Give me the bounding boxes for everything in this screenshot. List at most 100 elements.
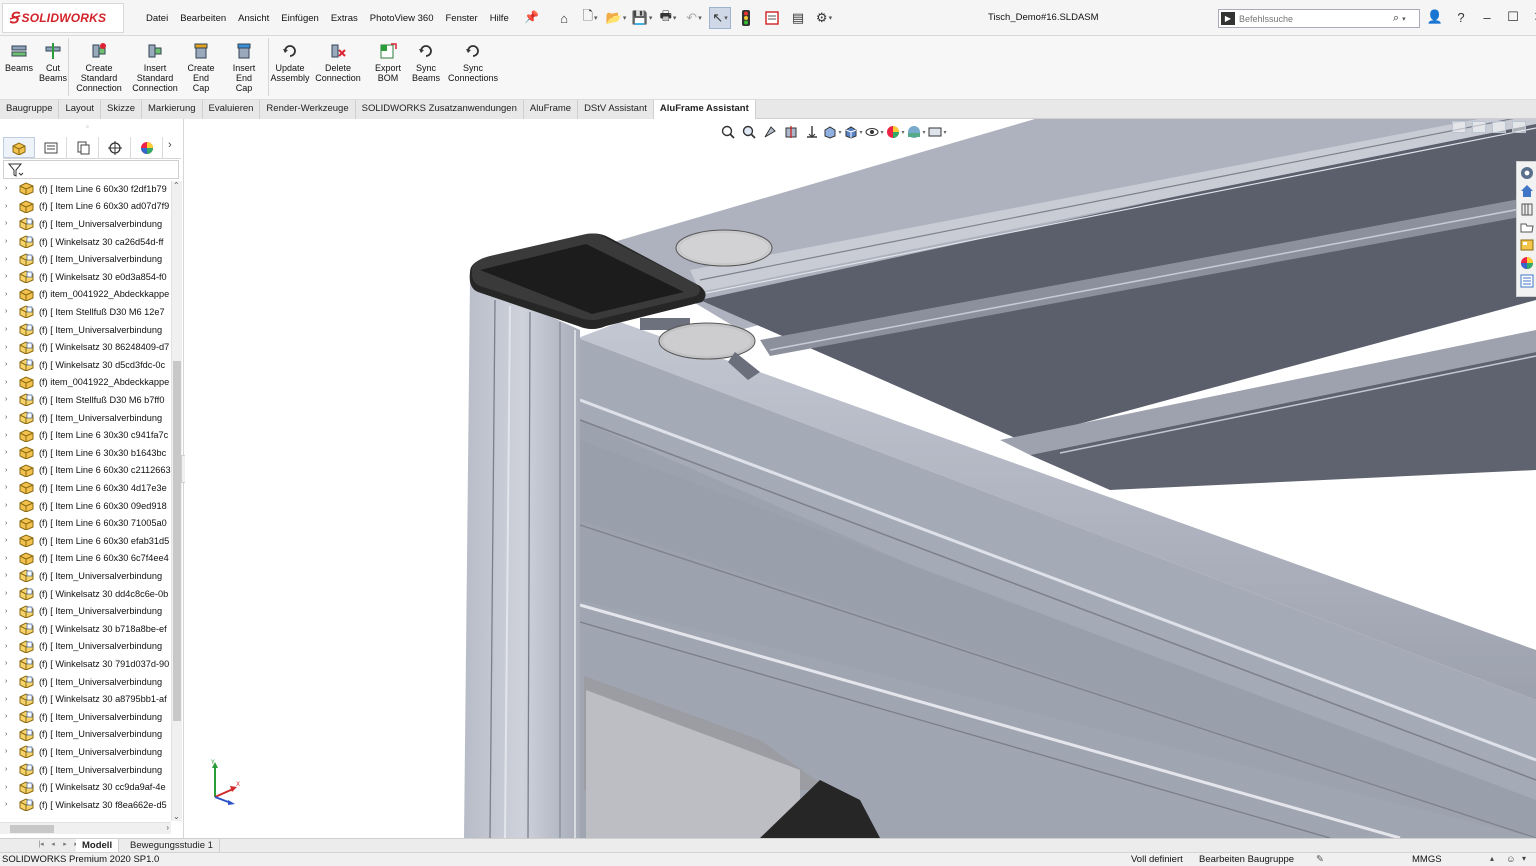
beams-button[interactable]: Beams xyxy=(4,42,34,73)
expand-chevron-icon[interactable]: › xyxy=(5,379,13,386)
design-library-icon[interactable] xyxy=(1519,200,1535,217)
menu-item[interactable]: Fenster xyxy=(440,11,484,26)
rebuild-icon[interactable]: ✎ xyxy=(1316,854,1324,865)
tree-item[interactable]: › (f) [ Item Stellfuß D30 M6 12e7 xyxy=(0,303,171,321)
solidworks-logo[interactable]: Ꞩ SOLIDWORKS xyxy=(2,3,124,33)
expand-chevron-icon[interactable]: › xyxy=(5,678,13,685)
next-tab-icon[interactable]: ▸ xyxy=(60,840,70,850)
export-bom-button[interactable]: Export BOM xyxy=(373,42,403,83)
panel-grip-icon[interactable]: ◦ xyxy=(86,122,89,131)
edit-appearance-icon[interactable] xyxy=(886,123,905,141)
solidworks-resources-icon[interactable] xyxy=(1519,164,1535,181)
expand-chevron-icon[interactable]: › xyxy=(5,256,13,263)
apply-scene-icon[interactable] xyxy=(907,123,926,141)
tree-item[interactable]: › (f) [ Winkelsatz 30 ca26d54d-ff xyxy=(0,233,171,251)
section-view-icon[interactable] xyxy=(781,123,800,141)
tree-item[interactable]: › (f) [ Item_Universalverbindung xyxy=(0,602,171,620)
expand-chevron-icon[interactable]: › xyxy=(5,766,13,773)
tab-layout[interactable]: Layout xyxy=(59,100,102,119)
menu-item[interactable]: Datei xyxy=(140,11,174,26)
property-manager-tab-icon[interactable] xyxy=(35,137,67,158)
expand-chevron-icon[interactable]: › xyxy=(5,203,13,210)
viewport-tile-icon[interactable] xyxy=(1472,121,1486,133)
expand-chevron-icon[interactable]: › xyxy=(5,502,13,509)
expand-chevron-icon[interactable]: › xyxy=(5,432,13,439)
first-tab-icon[interactable]: |◂ xyxy=(36,840,46,850)
create-end-cap-button[interactable]: Create End Cap xyxy=(186,42,216,93)
tree-item[interactable]: › (f) [ Item Stellfuß D30 M6 b7ff0 xyxy=(0,391,171,409)
view-settings-icon[interactable] xyxy=(928,123,947,141)
configuration-manager-tab-icon[interactable] xyxy=(67,137,99,158)
update-assembly-button[interactable]: Update Assembly xyxy=(271,42,310,83)
tab-baugruppe[interactable]: Baugruppe xyxy=(0,100,60,119)
help-popup-icon[interactable]: ☺ xyxy=(1506,854,1516,865)
view-orientation-icon[interactable] xyxy=(823,123,842,141)
appearances-scenes-icon[interactable] xyxy=(1519,254,1535,271)
tree-item[interactable]: › (f) [ Item Line 6 60x30 f2df1b79 xyxy=(0,181,171,198)
select-pointer-icon[interactable]: ↖ xyxy=(709,7,731,29)
expand-chevron-icon[interactable]: › xyxy=(5,590,13,597)
sync-connections-button[interactable]: Sync Connections xyxy=(445,42,501,83)
expand-chevron-icon[interactable]: › xyxy=(5,696,13,703)
expand-chevron-icon[interactable]: › xyxy=(5,660,13,667)
user-account-icon[interactable]: 👤 xyxy=(1426,9,1444,25)
expand-chevron-icon[interactable]: › xyxy=(5,643,13,650)
previous-view-icon[interactable] xyxy=(760,123,779,141)
insert-end-cap-button[interactable]: Insert End Cap xyxy=(229,42,259,93)
scrollbar-thumb[interactable] xyxy=(173,361,181,721)
expand-chevron-icon[interactable]: › xyxy=(5,467,13,474)
expand-chevron-icon[interactable]: › xyxy=(5,414,13,421)
tree-item[interactable]: › (f) [ Item_Universalverbindung xyxy=(0,567,171,585)
expand-chevron-icon[interactable]: › xyxy=(5,326,13,333)
tree-item[interactable]: › (f) [ Winkelsatz 30 cc9da9af-4e xyxy=(0,778,171,796)
tree-item[interactable]: › (f) [ Item Line 6 30x30 c941fa7c xyxy=(0,426,171,444)
menu-item[interactable]: Extras xyxy=(325,11,364,26)
insert-connection-button[interactable]: Insert Standard Connection xyxy=(130,42,180,93)
tree-item[interactable]: › (f) [ Winkelsatz 30 d5cd3fdc-0c xyxy=(0,356,171,374)
tree-item[interactable]: › (f) [ Item_Universalverbindung xyxy=(0,673,171,691)
connector-disc[interactable] xyxy=(675,229,773,267)
dynamic-annotation-icon[interactable] xyxy=(802,123,821,141)
tree-vertical-scrollbar[interactable]: ⌃ ⌄ xyxy=(171,181,182,821)
pin-icon[interactable]: 📌 xyxy=(524,10,539,24)
file-properties-icon[interactable] xyxy=(761,7,783,29)
close-icon[interactable]: ✕ xyxy=(1530,9,1536,25)
graphics-area[interactable]: Y X xyxy=(185,119,1536,838)
tree-item[interactable]: › (f) item_0041922_Abdeckkappe xyxy=(0,374,171,392)
tab-skizze[interactable]: Skizze xyxy=(101,100,142,119)
tree-item[interactable]: › (f) [ Winkelsatz 30 a8795bb1-af xyxy=(0,690,171,708)
tree-item[interactable]: › (f) [ Item_Universalverbindung xyxy=(0,726,171,744)
search-dropdown-icon[interactable]: ▾ xyxy=(1402,15,1406,23)
profile-vertical-post[interactable] xyxy=(464,280,580,838)
expand-chevron-icon[interactable]: › xyxy=(5,185,13,192)
tree-item[interactable]: › (f) [ Item Line 6 60x30 ad07d7f9 xyxy=(0,198,171,216)
file-explorer-icon[interactable] xyxy=(1519,218,1535,235)
expand-chevron-icon[interactable]: › xyxy=(5,220,13,227)
sync-beams-button[interactable]: Sync Beams xyxy=(411,42,441,83)
rebuild-traffic-light-icon[interactable] xyxy=(735,7,757,29)
display-manager-tab-icon[interactable] xyxy=(131,137,163,158)
expand-chevron-icon[interactable]: › xyxy=(5,713,13,720)
tree-item[interactable]: › (f) [ Winkelsatz 30 b718a8be-ef xyxy=(0,620,171,638)
tree-item[interactable]: › (f) [ Winkelsatz 30 e0d3a854-f0 xyxy=(0,268,171,286)
delete-connection-button[interactable]: Delete Connection xyxy=(315,42,361,83)
tree-item[interactable]: › (f) [ Winkelsatz 30 f8ea662e-d5 xyxy=(0,796,171,814)
magnifier-icon[interactable]: ⌕ xyxy=(1393,12,1399,25)
save-icon[interactable]: 💾 xyxy=(631,7,653,29)
tree-item[interactable]: › (f) [ Item Line 6 60x30 71005a0 xyxy=(0,514,171,532)
view-palette-icon[interactable] xyxy=(1519,236,1535,253)
units-dropdown-icon[interactable]: ▴ xyxy=(1490,854,1494,863)
tree-horizontal-scrollbar[interactable]: › xyxy=(0,822,171,834)
tree-item[interactable]: › (f) [ Item_Universalverbindung xyxy=(0,743,171,761)
viewport-close-icon[interactable] xyxy=(1512,121,1526,133)
tree-item[interactable]: › (f) [ Item Line 6 60x30 c2112663 xyxy=(0,462,171,480)
expand-chevron-icon[interactable]: › xyxy=(5,449,13,456)
new-document-icon[interactable]: 🗋 xyxy=(579,7,601,29)
expand-chevron-icon[interactable]: › xyxy=(5,520,13,527)
expand-chevron-icon[interactable]: › xyxy=(5,731,13,738)
expand-chevron-icon[interactable]: › xyxy=(5,308,13,315)
menu-item[interactable]: Hilfe xyxy=(484,11,515,26)
expand-chevron-icon[interactable]: › xyxy=(5,396,13,403)
open-folder-icon[interactable]: 📂 xyxy=(605,7,627,29)
scroll-down-icon[interactable]: ⌄ xyxy=(173,812,180,821)
